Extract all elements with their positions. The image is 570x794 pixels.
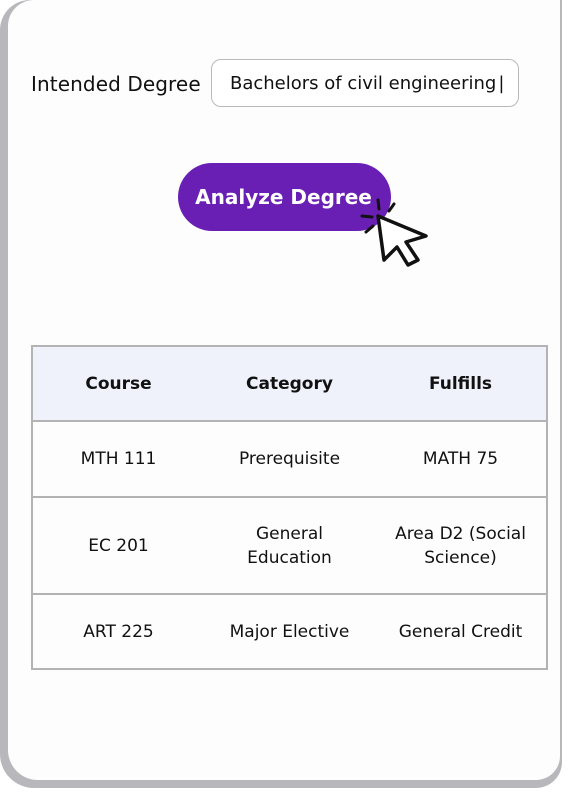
fulfills-cell: MATH 75	[422, 449, 499, 469]
table-row: EC 201 General Education Area D2 (Social…	[33, 496, 546, 593]
header-course: Course	[85, 373, 152, 394]
header-fulfills: Fulfills	[428, 373, 493, 394]
text-caret: |	[498, 72, 505, 94]
category-cell: Major Elective	[229, 621, 350, 642]
degree-input-value: Bachelors of civil engineering	[230, 72, 497, 94]
header-category: Category	[246, 373, 333, 394]
degree-label: Intended Degree	[31, 72, 201, 96]
table-row: MTH 111 Prerequisite MATH 75	[33, 420, 546, 496]
table-row: ART 225 Major Elective General Credit	[33, 593, 546, 668]
course-cell: MTH 111	[80, 449, 157, 469]
fulfills-cell: General Credit	[398, 621, 523, 642]
category-cell: General Education	[247, 523, 332, 568]
fulfills-cell: Area D2 (Social Science)	[395, 523, 526, 568]
course-cell: ART 225	[83, 621, 154, 642]
degree-input[interactable]: Bachelors of civil engineering |	[211, 59, 519, 107]
category-cell: Prerequisite	[238, 449, 341, 469]
cursor-click-icon	[360, 198, 428, 267]
course-cell: EC 201	[88, 535, 149, 556]
course-table: Course Category Fulfills MTH 111 Prerequ…	[31, 345, 548, 670]
table-header-row: Course Category Fulfills	[33, 347, 546, 420]
